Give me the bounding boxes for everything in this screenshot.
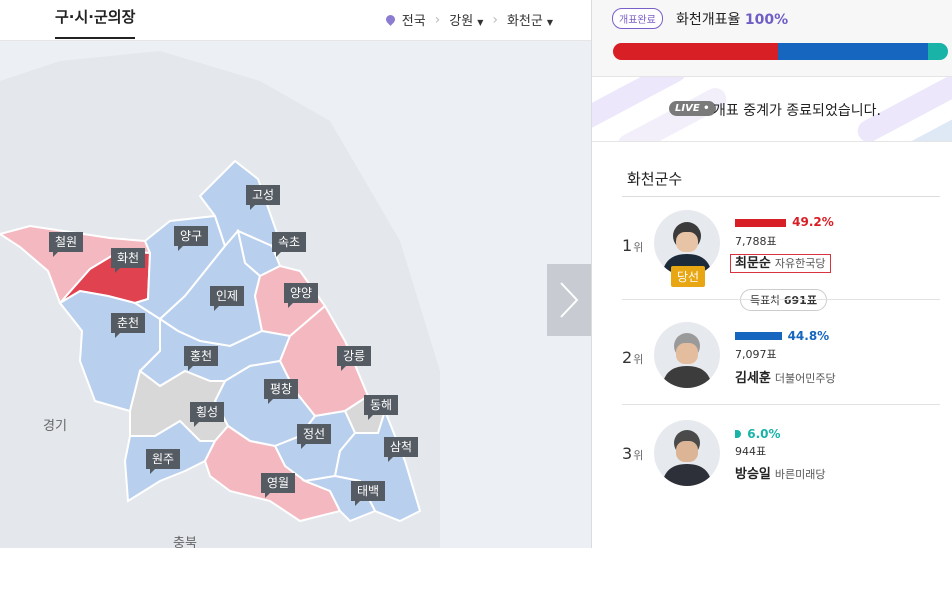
region-header: 구·시·군의장 전국 › 강원 ▼ › 화천군 ▼ — [0, 0, 591, 41]
race-title: 화천군수 — [627, 170, 683, 188]
caret-down-icon: ▼ — [477, 18, 484, 27]
divider — [622, 404, 940, 405]
vote-bar — [735, 430, 742, 438]
vote-count: 7,788표 — [735, 235, 777, 248]
candidate-name: 방승일 바른미래당 — [735, 467, 826, 482]
tab-local-leader[interactable]: 구·시·군의장 — [55, 6, 136, 39]
vote-bar — [735, 219, 787, 227]
candidate-row-3[interactable]: 3위 6.0% 944표 방승일 바른미래당 — [622, 420, 940, 500]
vote-percent: 49.2% — [792, 215, 834, 229]
caret-down-icon: ▼ — [546, 18, 553, 27]
candidate-rank: 3위 — [622, 444, 644, 463]
person-icon — [662, 430, 712, 486]
location-pin-icon — [383, 13, 397, 26]
map-label-goseong[interactable]: 고성 — [246, 185, 281, 210]
chevron-right-icon: › — [434, 11, 441, 28]
map-label-hoengseong[interactable]: 횡성 — [190, 402, 225, 427]
map-label-cheorwon[interactable]: 철원 — [49, 232, 84, 257]
map-label-hongcheon[interactable]: 홍천 — [184, 346, 219, 371]
election-map: 철원 화천 양구 고성 속초 인제 양양 춘천 홍천 강릉 평창 동해 횡성 정… — [0, 41, 591, 548]
breadcrumb-county[interactable]: 화천군 ▼ — [507, 10, 553, 29]
vote-percent: 44.8% — [787, 329, 830, 343]
map-label-sokcho[interactable]: 속초 — [272, 232, 307, 257]
candidate-row-2[interactable]: 2위 44.8% 7,097표 김세훈 더불어민주당 — [622, 322, 940, 402]
breadcrumb: 전국 › 강원 ▼ › 화천군 ▼ — [383, 10, 553, 29]
live-badge: LIVE • — [669, 101, 716, 116]
person-icon — [662, 333, 712, 388]
map-label-yanggu[interactable]: 양구 — [174, 226, 209, 251]
candidate-row-1[interactable]: 1위 당선 49.2% 7,788표 최문순 자유한국당 — [622, 208, 940, 298]
map-label-chuncheon[interactable]: 춘천 — [111, 313, 146, 338]
vote-count: 7,097표 — [735, 348, 777, 361]
province-label-gyeonggi: 경기 — [43, 419, 67, 434]
map-label-jeongseon[interactable]: 정선 — [297, 424, 332, 449]
vote-margin: 득표차 691표 — [740, 289, 827, 311]
progress-segment-3 — [927, 43, 948, 60]
candidate-name: 김세훈 더불어민주당 — [735, 371, 836, 386]
map-label-yeongwol[interactable]: 영월 — [261, 473, 296, 498]
next-arrow-button[interactable] — [547, 264, 591, 336]
count-status: 개표완료 화천개표율 100% — [592, 0, 952, 77]
divider — [622, 299, 940, 300]
vote-count: 944표 — [735, 445, 767, 458]
candidate-rank: 1위 — [622, 236, 644, 255]
chevron-right-icon: › — [492, 11, 498, 28]
elected-badge: 당선 — [671, 266, 706, 287]
live-message: 개표 중계가 종료되었습니다. — [713, 103, 881, 119]
divider — [622, 196, 940, 197]
map-label-donghae[interactable]: 동해 — [364, 395, 399, 420]
candidate-rank: 2위 — [622, 348, 644, 367]
count-rate-title: 화천개표율 100% — [676, 12, 789, 28]
map-label-taebaek[interactable]: 태백 — [351, 481, 386, 506]
candidate-photo — [654, 420, 720, 486]
candidate-name: 최문순 자유한국당 — [730, 252, 831, 273]
breadcrumb-nation[interactable]: 전국 — [402, 10, 426, 29]
vote-percent: 6.0% — [747, 427, 781, 441]
province-label-chungbuk: 충북 — [173, 536, 197, 548]
map-label-pyeongchang[interactable]: 평창 — [264, 379, 299, 404]
count-complete-badge: 개표완료 — [612, 8, 663, 29]
map-label-yangyang[interactable]: 양양 — [284, 283, 319, 308]
map-label-samcheok[interactable]: 삼척 — [384, 437, 419, 462]
candidate-photo — [654, 322, 720, 388]
progress-segment-1 — [613, 43, 778, 60]
chevron-right-icon — [560, 282, 579, 318]
map-label-inje[interactable]: 인제 — [210, 286, 245, 311]
breadcrumb-province[interactable]: 강원 ▼ — [449, 10, 483, 29]
progress-segment-2 — [777, 43, 928, 60]
live-banner: LIVE • 개표 중계가 종료되었습니다. — [592, 77, 952, 142]
map-label-gangneung[interactable]: 강릉 — [337, 346, 372, 371]
map-label-wonju[interactable]: 원주 — [146, 449, 181, 474]
map-label-hwacheon[interactable]: 화천 — [111, 248, 146, 273]
vote-share-progress-bar — [613, 43, 948, 60]
vote-bar — [735, 332, 782, 340]
